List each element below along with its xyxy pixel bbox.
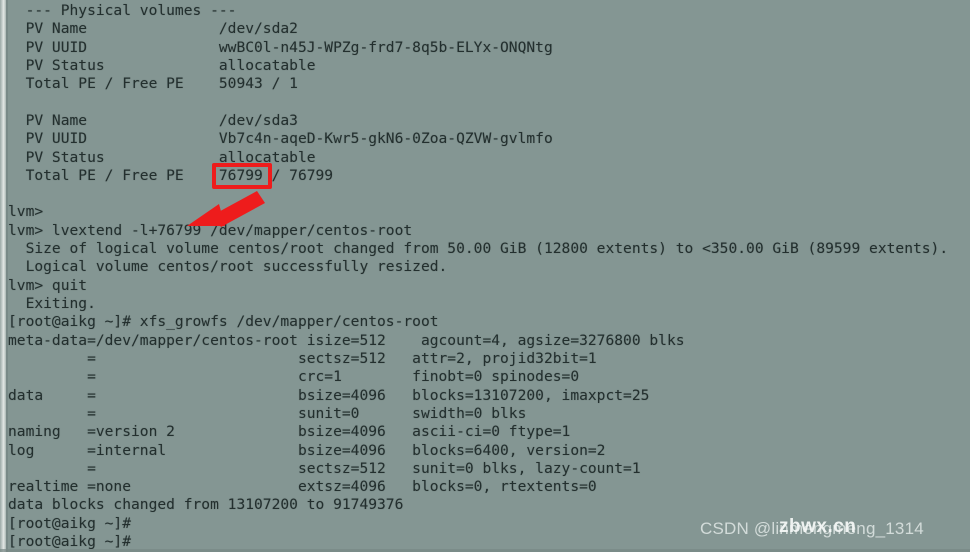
terminal-line: PV Status allocatable bbox=[8, 56, 316, 74]
terminal-line: meta-data=/dev/mapper/centos-root isize=… bbox=[8, 331, 685, 349]
terminal-line: Size of logical volume centos/root chang… bbox=[8, 240, 949, 258]
terminal-line: realtime =none extsz=4096 blocks=0, rtex… bbox=[8, 478, 597, 496]
terminal-line: log =internal bsize=4096 blocks=6400, ve… bbox=[8, 441, 606, 459]
terminal-line: naming =version 2 bsize=4096 ascii-ci=0 … bbox=[8, 423, 571, 441]
terminal-line: PV Name /dev/sda3 bbox=[8, 111, 298, 129]
terminal-output[interactable]: --- Physical volumes --- PV Name /dev/sd… bbox=[8, 2, 966, 551]
terminal-line: Total PE / Free PE 50943 / 1 bbox=[8, 75, 298, 93]
terminal-line: = sectsz=512 attr=2, projid32bit=1 bbox=[8, 349, 597, 367]
terminal-line: lvm> lvextend -l+76799 /dev/mapper/cento… bbox=[8, 221, 413, 239]
terminal-line: Total PE / Free PE 76799 / 76799 bbox=[8, 166, 334, 184]
terminal-line: Exiting. bbox=[8, 295, 96, 312]
terminal-line: data blocks changed from 13107200 to 917… bbox=[8, 496, 404, 514]
terminal-line: = sectsz=512 sunit=0 blks, lazy-count=1 bbox=[8, 459, 641, 477]
terminal-line: PV UUID Vb7c4n-aqeD-Kwr5-gkN6-0Zoa-QZVW-… bbox=[8, 130, 553, 148]
terminal-line: PV Name /dev/sda2 bbox=[8, 20, 298, 38]
terminal-line: [root@aikg ~]# xfs_growfs /dev/mapper/ce… bbox=[8, 313, 439, 331]
terminal-line: PV UUID wwBC0l-n45J-WPZg-frd7-8q5b-ELYx-… bbox=[8, 38, 553, 56]
terminal-line: lvm> quit bbox=[8, 276, 88, 294]
terminal-line: lvm> bbox=[8, 203, 44, 221]
terminal-line: Logical volume centos/root successfully … bbox=[8, 258, 448, 276]
terminal-line: PV Status allocatable bbox=[8, 148, 316, 166]
terminal-line: --- Physical volumes --- bbox=[8, 2, 237, 19]
terminal-line: = sunit=0 swidth=0 blks bbox=[8, 404, 527, 422]
highlight-box-total-pe bbox=[212, 163, 272, 189]
terminal-line: = crc=1 finobt=0 spinodes=0 bbox=[8, 368, 580, 386]
terminal-window: --- Physical volumes --- PV Name /dev/sd… bbox=[0, 0, 970, 552]
terminal-line: data = bsize=4096 blocks=13107200, imaxp… bbox=[8, 386, 650, 404]
watermark-site: zbwx.cn bbox=[779, 516, 857, 537]
